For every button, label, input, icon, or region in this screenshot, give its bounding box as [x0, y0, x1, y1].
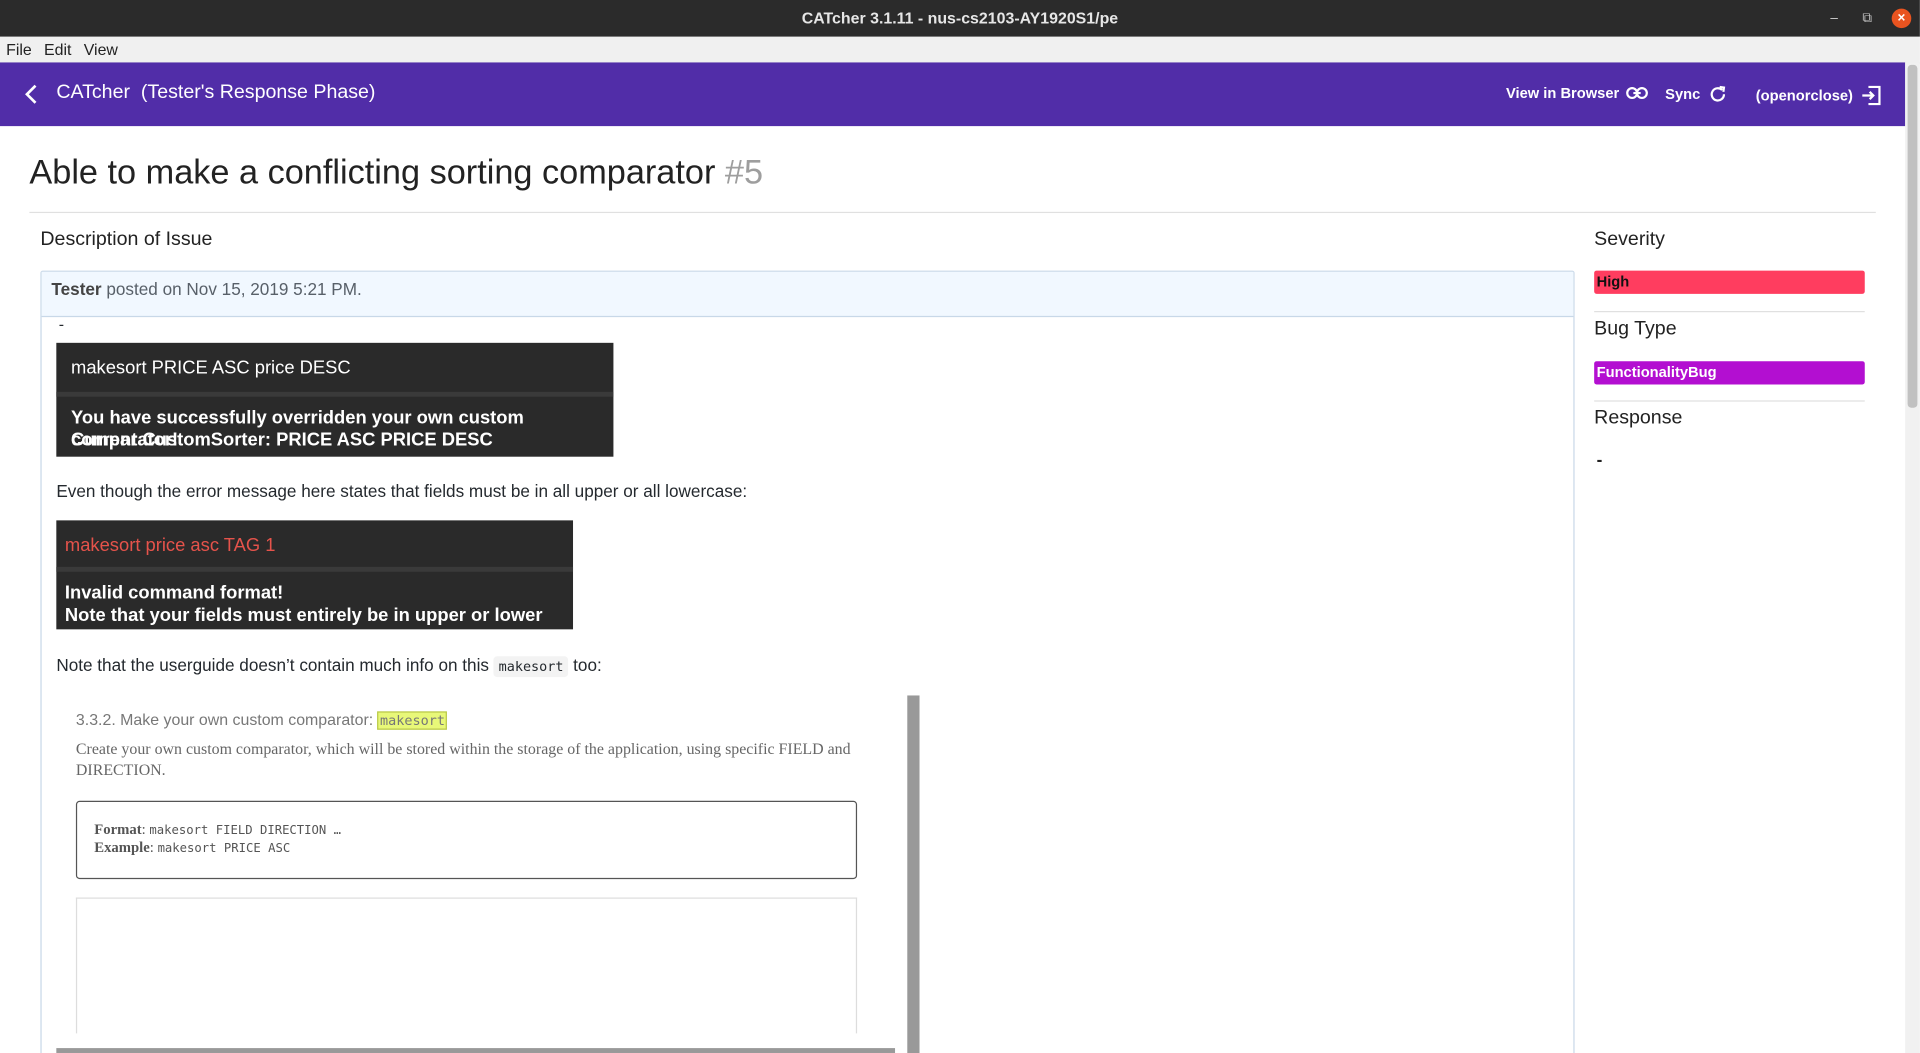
- severity-heading: Severity: [1594, 228, 1665, 250]
- menu-edit[interactable]: Edit: [38, 37, 78, 58]
- description-heading: Description of Issue: [40, 228, 213, 250]
- comment-dash: -: [58, 314, 65, 334]
- guide-heading: 3.3.2. Make your own custom comparator: …: [75, 710, 448, 730]
- screenshot2-output1: Invalid command format!: [64, 582, 284, 604]
- logout-label: (openorclose): [1755, 86, 1853, 105]
- minimize-button[interactable]: –: [1824, 9, 1844, 29]
- sidebar-bugtype: Bug Type FunctionalityBug: [1594, 318, 1865, 402]
- comment-timestamp: posted on Nov 15, 2019 5:21 PM.: [106, 279, 362, 299]
- window-titlebar: CATcher 3.1.11 - nus-cs2103-AY1920S1/pe …: [0, 0, 1920, 37]
- menu-bar: File Edit View: [0, 36, 1920, 64]
- issue-number: #5: [724, 153, 764, 192]
- inline-code-makesort: makesort: [493, 656, 569, 678]
- severity-divider: [1594, 310, 1865, 313]
- view-in-browser-label: View in Browser: [1506, 84, 1620, 102]
- screenshot1-output2: Current CustomSorter: PRICE ASC PRICE DE…: [71, 429, 493, 451]
- sidebar-response: Response -: [1594, 408, 1865, 469]
- view-in-browser-button[interactable]: View in Browser: [1506, 84, 1649, 102]
- guide-empty-box: [75, 897, 858, 1034]
- sidebar-severity: Severity High: [1594, 228, 1865, 313]
- close-button[interactable]: ×: [1891, 8, 1912, 29]
- guide-text: Create your own custom comparator, which…: [75, 739, 851, 779]
- example-label: Example: [94, 838, 150, 856]
- bugtype-badge[interactable]: FunctionalityBug: [1594, 361, 1865, 385]
- format-value: makesort FIELD DIRECTION …: [149, 824, 342, 838]
- screenshot1-command: makesort PRICE ASC price DESC: [71, 357, 351, 379]
- app-name: CATcher: [56, 82, 130, 103]
- phase-label: (Tester's Response Phase): [140, 82, 376, 103]
- bugtype-heading: Bug Type: [1594, 318, 1677, 340]
- guide-heading-code: makesort: [377, 711, 448, 730]
- issue-title-text: Able to make a conflicting sorting compa…: [29, 153, 716, 192]
- window-title: CATcher 3.1.11 - nus-cs2103-AY1920S1/pe: [801, 8, 1119, 27]
- screenshot1-separator: [56, 391, 614, 397]
- issue-title: Able to make a conflicting sorting compa…: [29, 153, 763, 192]
- userguide-screenshot: 3.3.2. Make your own custom comparator: …: [56, 695, 920, 1053]
- logout-button[interactable]: (openorclose): [1756, 84, 1883, 106]
- app-toolbar: CATcher (Tester's Response Phase) View i…: [0, 62, 1906, 127]
- title-divider: [29, 211, 1876, 214]
- example-value: makesort PRICE ASC: [157, 842, 291, 856]
- screenshot2-separator: [56, 566, 574, 572]
- menu-file[interactable]: File: [0, 37, 38, 58]
- guide-heading-text: 3.3.2. Make your own custom comparator:: [75, 710, 374, 729]
- back-arrow-icon[interactable]: [20, 81, 44, 108]
- screenshot-error-output: makesort price asc TAG 1 Invalid command…: [56, 520, 574, 648]
- screenshot2-output2: Note that your fields must entirely be i…: [64, 604, 543, 648]
- severity-badge[interactable]: High: [1594, 270, 1865, 294]
- main-content: Able to make a conflicting sorting compa…: [0, 126, 1905, 1053]
- paragraph-userguide-note: Note that the userguide doesn’t contain …: [56, 655, 602, 678]
- vertical-scrollbar[interactable]: [1905, 62, 1920, 1053]
- screenshot2-command: makesort price asc TAG 1: [64, 535, 276, 556]
- comment-author: Tester: [51, 279, 102, 299]
- paragraph-error-message: Even though the error message here state…: [56, 481, 748, 501]
- screenshot-success-output: makesort PRICE ASC price DESC You have s…: [56, 342, 614, 457]
- refresh-icon: [1710, 85, 1725, 102]
- guide-horizontal-scrollbar: [56, 1048, 896, 1053]
- exit-icon: [1862, 85, 1881, 106]
- scrollbar-thumb[interactable]: [1907, 64, 1918, 408]
- comment-box: Tester posted on Nov 15, 2019 5:21 PM. -…: [40, 270, 1575, 1053]
- bugtype-divider: [1594, 400, 1865, 402]
- response-value: -: [1596, 449, 1603, 469]
- menu-view[interactable]: View: [78, 37, 124, 58]
- guide-format-box: Format: makesort FIELD DIRECTION … Examp…: [75, 800, 858, 880]
- app-title: CATcher (Tester's Response Phase): [56, 82, 375, 104]
- restore-button[interactable]: ⧉: [1857, 9, 1877, 29]
- comment-header: Tester posted on Nov 15, 2019 5:21 PM.: [41, 271, 1574, 318]
- link-icon: [1626, 87, 1649, 100]
- para2-text-after: too:: [573, 655, 602, 675]
- para2-text-before: Note that the userguide doesn’t contain …: [56, 655, 489, 675]
- response-heading: Response: [1594, 407, 1683, 429]
- format-label: Format: [94, 820, 142, 838]
- sync-button[interactable]: Sync: [1665, 84, 1727, 104]
- sync-label: Sync: [1665, 85, 1701, 103]
